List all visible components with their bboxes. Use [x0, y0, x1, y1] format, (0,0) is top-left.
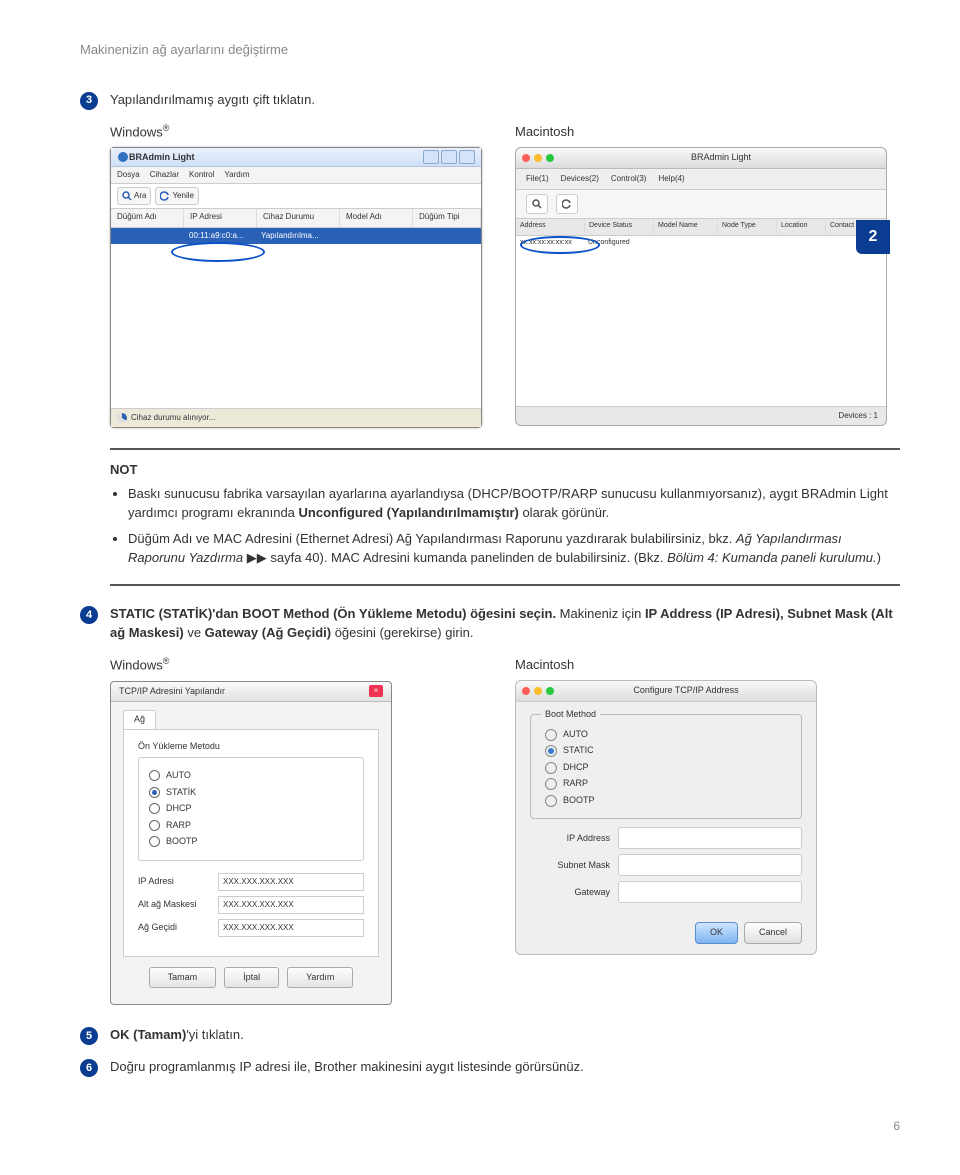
step-3: 3 Yapılandırılmamış aygıtı çift tıklatın… [80, 90, 900, 110]
radio-static[interactable]: STATİK [149, 786, 353, 800]
step-bullet: 4 [80, 606, 98, 624]
step-bullet: 6 [80, 1059, 98, 1077]
radio-auto[interactable]: AUTO [149, 769, 353, 783]
help-button[interactable]: Yardım [287, 967, 353, 989]
step-text: OK (Tamam)'yi tıklatın. [110, 1025, 900, 1045]
step-6: 6 Doğru programlanmış IP adresi ile, Bro… [80, 1057, 900, 1077]
dialog-titlebar: TCP/IP Adresini Yapılandır × [111, 682, 391, 703]
subnet-mask-field: Subnet Mask [530, 854, 802, 876]
win-toolbar: Ara Yenile [111, 184, 481, 209]
step-bullet: 3 [80, 92, 98, 110]
subnet-input[interactable] [618, 854, 802, 876]
refresh-icon [160, 191, 170, 201]
win-list-header: Düğüm Adı IP Adresi Cihaz Durumu Model A… [111, 209, 481, 228]
gateway-input[interactable] [618, 881, 802, 903]
gateway-field: Ağ Geçidi XXX.XXX.XXX.XXX [138, 919, 364, 937]
gateway-field: Gateway [530, 881, 802, 903]
search-button[interactable] [526, 194, 548, 214]
subnet-mask-field: Alt ağ Maskesi XXX.XXX.XXX.XXX [138, 896, 364, 914]
ip-input[interactable]: XXX.XXX.XXX.XXX [218, 873, 364, 891]
win-titlebar: BRAdmin Light [111, 148, 481, 167]
step-text: STATIC (STATİK)'dan BOOT Method (Ön Yükl… [110, 604, 900, 643]
radio-rarp[interactable]: RARP [149, 819, 353, 833]
cancel-button[interactable]: Cancel [744, 922, 802, 944]
mac-list-header: Address Device Status Model Name Node Ty… [516, 219, 886, 236]
progress-icon [117, 413, 127, 423]
radio-auto[interactable]: AUTO [545, 728, 787, 742]
note-bullet: Düğüm Adı ve MAC Adresini (Ethernet Adre… [128, 529, 900, 568]
search-icon [532, 199, 542, 209]
mac-tcpip-dialog: Configure TCP/IP Address Boot Method AUT… [515, 680, 817, 955]
refresh-button[interactable] [556, 194, 578, 214]
gateway-input[interactable]: XXX.XXX.XXX.XXX [218, 919, 364, 937]
group-title: Ön Yükleme Metodu [138, 740, 364, 754]
page-number: 6 [80, 1117, 900, 1135]
mac-toolbar [516, 190, 886, 219]
windows-tcpip-dialog: TCP/IP Adresini Yapılandır × Ağ Ön Yükle… [110, 681, 392, 1006]
page-section-header: Makinenizin ağ ayarlarını değiştirme [80, 40, 900, 60]
note-bullet: Baskı sunucusu fabrika varsayılan ayarla… [128, 484, 900, 523]
mac-window-controls [522, 154, 554, 162]
win-list-body: 00:11:a9:c0:a... Yapılandırılma... [111, 228, 481, 408]
radio-bootp[interactable]: BOOTP [149, 835, 353, 849]
search-icon [122, 191, 132, 201]
radio-dhcp[interactable]: DHCP [149, 802, 353, 816]
highlight-oval [520, 236, 600, 254]
windows-label: Windows® [110, 655, 495, 675]
cancel-button[interactable]: İptal [224, 967, 279, 989]
close-icon[interactable]: × [369, 685, 383, 697]
highlight-oval [171, 242, 265, 262]
refresh-icon [562, 199, 572, 209]
mac-statusbar: Devices : 1 [516, 406, 886, 425]
mac-menu: File(1)Devices(2)Control(3)Help(4) [516, 169, 886, 190]
boot-method-group: Boot Method AUTO STATIC DHCP RARP BOOTP [530, 714, 802, 820]
subnet-input[interactable]: XXX.XXX.XXX.XXX [218, 896, 364, 914]
table-row[interactable]: 00:11:a9:c0:a... Yapılandırılma... [111, 228, 481, 244]
ip-input[interactable] [618, 827, 802, 849]
window-controls [423, 150, 475, 164]
ok-button[interactable]: Tamam [149, 967, 217, 989]
tab-network[interactable]: Ağ [123, 710, 156, 729]
win-menu: DosyaCihazlarKontrolYardım [111, 167, 481, 184]
search-button[interactable]: Ara [117, 187, 151, 205]
step-4: 4 STATIC (STATİK)'dan BOOT Method (Ön Yü… [80, 604, 900, 643]
macintosh-label: Macintosh [515, 122, 900, 142]
step-bullet: 5 [80, 1027, 98, 1045]
note-box: NOT Baskı sunucusu fabrika varsayılan ay… [110, 448, 900, 586]
mac-list-body: xx:xx:xx:xx:xx:xx Unconfigured [516, 236, 886, 406]
radio-static[interactable]: STATIC [545, 744, 787, 758]
macintosh-label: Macintosh [515, 655, 900, 675]
ok-button[interactable]: OK [695, 922, 738, 944]
windows-bradmin-screenshot: BRAdmin Light DosyaCihazlarKontrolYardım… [110, 147, 482, 428]
ip-address-field: IP Address [530, 827, 802, 849]
mac-titlebar: BRAdmin Light [516, 148, 886, 169]
boot-method-group: AUTO STATİK DHCP RARP BOOTP [138, 757, 364, 861]
group-title: Boot Method [541, 708, 600, 722]
windows-label: Windows® [110, 122, 495, 142]
step-text: Doğru programlanmış IP adresi ile, Broth… [110, 1057, 900, 1077]
step-text: Yapılandırılmamış aygıtı çift tıklatın. [110, 90, 900, 110]
note-title: NOT [110, 460, 900, 480]
radio-bootp[interactable]: BOOTP [545, 794, 787, 808]
mac-window-controls [522, 687, 554, 695]
app-icon [117, 151, 129, 163]
radio-rarp[interactable]: RARP [545, 777, 787, 791]
chapter-tab: 2 [856, 220, 890, 254]
ip-address-field: IP Adresi XXX.XXX.XXX.XXX [138, 873, 364, 891]
win-statusbar: Cihaz durumu alınıyor... [111, 408, 481, 427]
mac-bradmin-screenshot: BRAdmin Light File(1)Devices(2)Control(3… [515, 147, 887, 426]
dialog-titlebar: Configure TCP/IP Address [516, 681, 816, 702]
step-5: 5 OK (Tamam)'yi tıklatın. [80, 1025, 900, 1045]
refresh-button[interactable]: Yenile [155, 187, 199, 205]
radio-dhcp[interactable]: DHCP [545, 761, 787, 775]
